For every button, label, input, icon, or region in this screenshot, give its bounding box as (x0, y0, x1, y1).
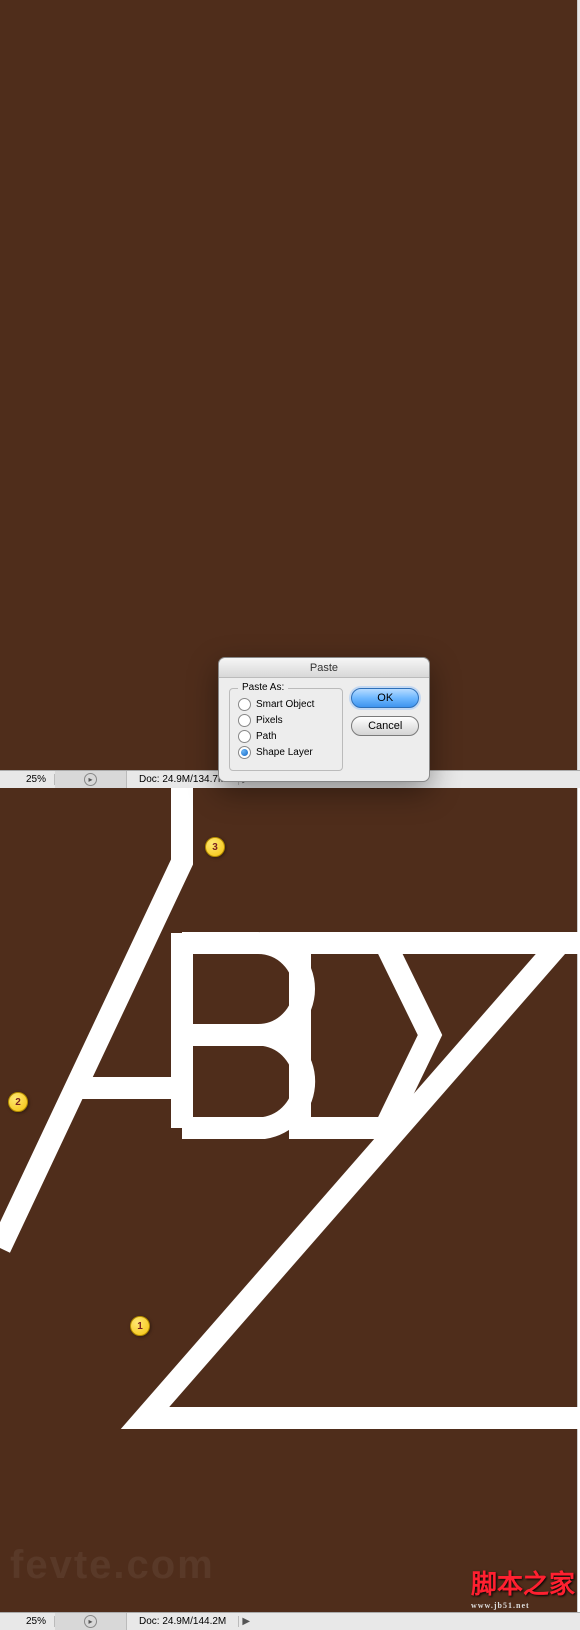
paste-dialog: Paste Paste As: Smart Object Pixels Path… (218, 657, 430, 782)
watermark-text: 脚本之家 (471, 1570, 575, 1599)
radio-pixels[interactable]: Pixels (238, 714, 334, 727)
radio-path[interactable]: Path (238, 730, 334, 743)
radio-icon (238, 714, 251, 727)
faint-watermark: fevte.com (10, 1543, 215, 1588)
annotation-marker-1: 1 (130, 1316, 150, 1336)
radio-shape-layer[interactable]: Shape Layer (238, 746, 334, 759)
zoom-level[interactable]: 25% (0, 1616, 55, 1627)
ok-button[interactable]: OK (351, 688, 419, 708)
fieldset-legend: Paste As: (238, 682, 288, 693)
watermark-url: www.jb51.net (471, 1601, 575, 1610)
radio-label: Shape Layer (256, 747, 313, 758)
doc-menu[interactable]: ▸ (55, 771, 127, 788)
cancel-button[interactable]: Cancel (351, 716, 419, 736)
info-arrow-icon[interactable]: ▶ (239, 1616, 253, 1627)
radio-label: Smart Object (256, 699, 314, 710)
doc-icon: ▸ (84, 773, 97, 786)
zoom-level[interactable]: 25% (0, 774, 55, 785)
radio-smart-object[interactable]: Smart Object (238, 698, 334, 711)
paste-as-fieldset: Paste As: Smart Object Pixels Path Shape… (229, 688, 343, 771)
annotation-marker-3: 3 (205, 837, 225, 857)
radio-label: Pixels (256, 715, 283, 726)
radio-icon (238, 698, 251, 711)
annotation-marker-2: 2 (8, 1092, 28, 1112)
doc-menu[interactable]: ▸ (55, 1613, 127, 1630)
radio-icon (238, 730, 251, 743)
site-watermark: 脚本之家 www.jb51.net (471, 1564, 575, 1610)
artwork-shape (0, 788, 578, 1612)
radio-icon (238, 746, 251, 759)
radio-label: Path (256, 731, 277, 742)
doc-icon: ▸ (84, 1615, 97, 1628)
canvas-bottom[interactable]: 1 2 3 fevte.com (0, 788, 578, 1612)
status-bar-bottom: 25% ▸ Doc: 24.9M/144.2M ▶ (0, 1612, 580, 1630)
dialog-title: Paste (219, 658, 429, 678)
doc-info: Doc: 24.9M/144.2M (127, 1616, 239, 1627)
canvas-top[interactable] (0, 0, 578, 770)
